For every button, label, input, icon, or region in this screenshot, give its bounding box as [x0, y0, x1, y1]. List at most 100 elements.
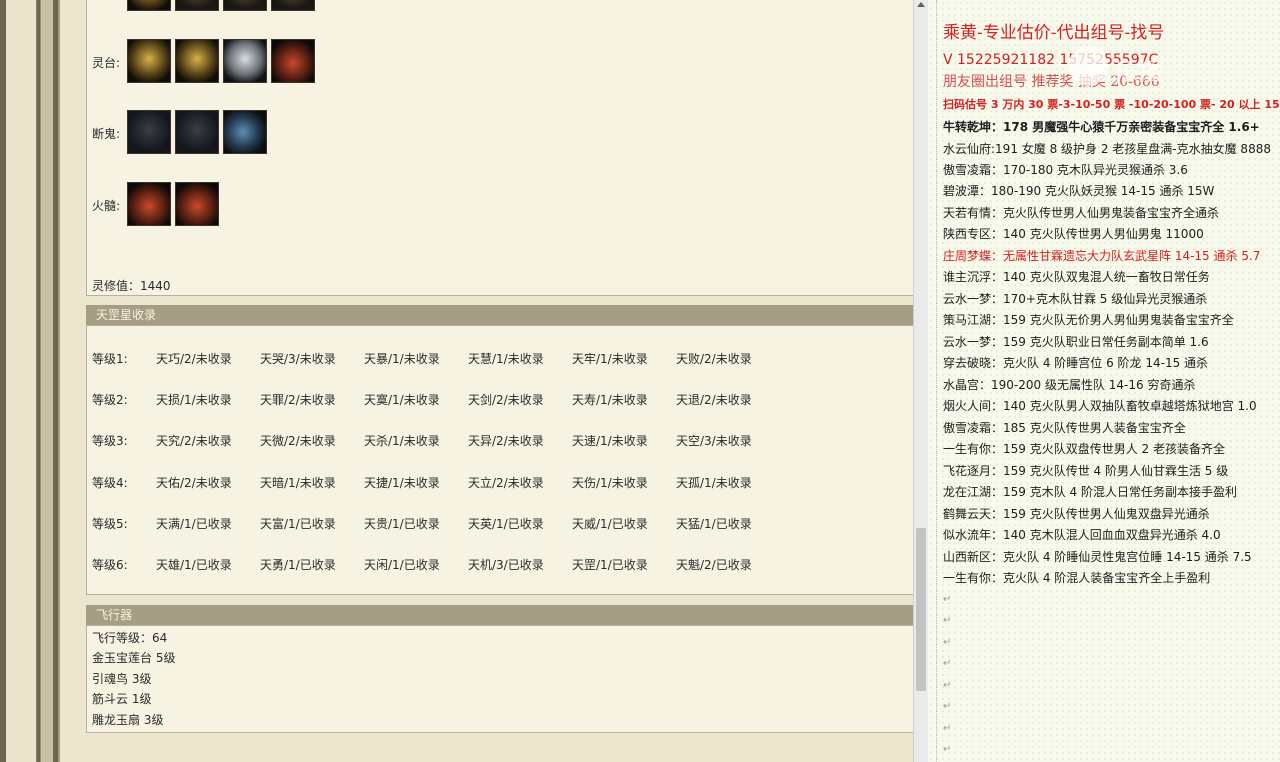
listing-line: 碧波潭：180-190 克火队妖灵猴 14-15 通杀 15W [943, 184, 1215, 198]
star-cell: 天牢/1/未收录 [572, 352, 648, 366]
silver-cloak-icon[interactable] [223, 39, 267, 83]
flyer-item: 金玉宝莲台 5级 [92, 651, 176, 665]
star-cell: 天富/1/已收录 [260, 517, 336, 531]
level-label: 等级3: [92, 434, 128, 448]
outer-window-frame [0, 0, 58, 762]
star-cell: 天退/2/未收录 [676, 393, 752, 407]
listing-line: 策马江湖：159 克火队无价男人男仙男鬼装备宝宝齐全 [943, 313, 1234, 327]
dark-aura-icon[interactable] [127, 110, 171, 154]
huosui-label: 火髓: [92, 199, 121, 213]
star-cell: 天暴/1/未收录 [364, 352, 440, 366]
vertical-scrollbar[interactable] [913, 0, 929, 762]
level-label: 等级1: [92, 352, 128, 366]
tiangang-header: 天罡星收录 [86, 305, 914, 325]
star-cell: 天速/1/未收录 [572, 434, 648, 448]
star-cell: 天微/2/未收录 [260, 434, 336, 448]
duangui-label: 断鬼: [92, 127, 121, 141]
star-cell: 天罪/2/未收录 [260, 393, 336, 407]
paragraph-mark-icon: ↵ [943, 615, 952, 626]
paragraph-mark-icon: ↵ [943, 680, 952, 691]
notes-document: 乘黄-专业估价-代出组号-找号 V 15225921182 1575255597… [928, 0, 1280, 762]
flyer-item: 引魂鸟 3级 [92, 672, 152, 686]
paragraph-mark-icon: ↵ [943, 637, 952, 648]
star-cell: 天空/3/未收录 [676, 434, 752, 448]
star-cell: 天佑/2/未收录 [156, 476, 232, 490]
star-cell: 天剑/2/未收录 [468, 393, 544, 407]
listing-line: 傲雪凌霜：170-180 克木队异光灵猴通杀 3.6 [943, 163, 1188, 177]
flyer-item: 筋斗云 1级 [92, 692, 152, 706]
star-cell: 天英/1/已收录 [468, 517, 544, 531]
margin-rule [936, 0, 938, 762]
equipment-icon[interactable] [127, 0, 171, 11]
star-cell: 天巧/2/未收录 [156, 352, 232, 366]
golden-crown-icon[interactable] [127, 39, 171, 83]
star-cell: 天哭/3/未收录 [260, 352, 336, 366]
star-cell: 天立/2/未收录 [468, 476, 544, 490]
listing-line: 龙在江湖：159 克木队 4 阶混人日常任务副本接手盈利 [943, 485, 1237, 499]
star-cell: 天罡/1/已收录 [572, 558, 648, 572]
stream-watermark-logo: 乐播 [1068, 44, 1228, 90]
listing-line: 天若有情：克火队传世男人仙男鬼装备宝宝齐全通杀 [943, 206, 1220, 220]
star-cell: 天贵/1/已收录 [364, 517, 440, 531]
star-cell: 天满/1/已收录 [156, 517, 232, 531]
star-cell: 天魁/2/已收录 [676, 558, 752, 572]
lingxiu-value: 灵修值：1440 [92, 279, 171, 293]
paragraph-mark-icon: ↵ [943, 701, 952, 712]
star-cell: 天究/2/未收录 [156, 434, 232, 448]
character-info-panel: 灵台: 断鬼: 火髓: 灵修值：1440 天罡星收录 等级1: 天巧/2/未收录… [58, 0, 916, 762]
feixingqi-header: 飞行器 [86, 605, 914, 625]
star-cell: 天闲/1/已收录 [364, 558, 440, 572]
star-cell: 天机/3/已收录 [468, 558, 544, 572]
frame-bar [40, 0, 53, 762]
scroll-up-arrow-icon[interactable] [917, 2, 925, 7]
equipment-section: 灵台: 断鬼: 火髓: 灵修值：1440 [86, 0, 916, 296]
listing-line: 傲雪凌霜：185 克火队传世男人装备宝宝齐全 [943, 421, 1186, 435]
blue-pendant-icon[interactable] [223, 110, 267, 154]
star-cell: 天威/1/已收录 [572, 517, 648, 531]
fire-ring-icon[interactable] [127, 182, 171, 226]
paragraph-mark-icon: ↵ [943, 594, 952, 605]
listing-line: 似水流年：140 克木队混人回血血双盘异光通杀 4.0 [943, 528, 1221, 542]
watermark-text: 乐播 [1114, 58, 1162, 86]
star-cell: 天猛/1/已收录 [676, 517, 752, 531]
listing-line: 一生有你：克火队 4 阶混人装备宝宝齐全上手盈利 [943, 571, 1211, 585]
pricing-line: 扫码估号 3 万内 30 票-3-10-50 票 -10-20-100 票- 2… [943, 98, 1280, 111]
tiangang-section: 等级1: 天巧/2/未收录 天哭/3/未收录 天暴/1/未收录 天慧/1/未收录… [86, 325, 916, 595]
red-potion-icon[interactable] [175, 182, 219, 226]
listing-line: 陕西专区：140 克火队传世男人男仙男鬼 11000 [943, 227, 1204, 241]
listing-line: 云水一梦：159 克火队职业日常任务副本简单 1.6 [943, 335, 1209, 349]
star-cell: 天慧/1/未收录 [468, 352, 544, 366]
listing-line: 鹤舞云天：159 克火队传世男人仙鬼双盘异光通杀 [943, 507, 1210, 521]
listing-line: 山西新区：克火队 4 阶睡仙灵性鬼宫位睡 14-15 通杀 7.5 [943, 550, 1252, 564]
star-cell: 天雄/1/已收录 [156, 558, 232, 572]
paragraph-mark-icon: ↵ [943, 658, 952, 669]
watermark-circle-icon [1068, 46, 1108, 86]
feixingqi-section: 飞行等级：64 金玉宝莲台 5级 引魂鸟 3级 筋斗云 1级 雕龙玉扇 3级 [86, 625, 916, 733]
equipment-icon[interactable] [223, 0, 267, 11]
flyer-item: 雕龙玉扇 3级 [92, 713, 164, 727]
listing-line: 水晶宫：190-200 级无属性队 14-16 穷奇通杀 [943, 378, 1196, 392]
listing-line: 穿去破晓：克火队 4 阶睡宫位 6 阶龙 14-15 通杀 [943, 356, 1209, 370]
listing-line: 水云仙府:191 女魔 8 级护身 2 老孩星盘满-克水抽女魔 8888 [943, 142, 1271, 156]
red-lantern-icon[interactable] [271, 39, 315, 83]
level-label: 等级2: [92, 393, 128, 407]
level-label: 等级4: [92, 476, 128, 490]
level-label: 等级5: [92, 517, 128, 531]
dark-figure-icon[interactable] [175, 110, 219, 154]
listing-line: 烟火人间：140 克火队男人双抽队畜牧卓越塔炼狱地宫 1.0 [943, 399, 1257, 413]
paragraph-mark-icon: ↵ [943, 723, 952, 734]
star-cell: 天勇/1/已收录 [260, 558, 336, 572]
level-label: 等级6: [92, 558, 128, 572]
star-cell: 天异/2/未收录 [468, 434, 544, 448]
scrollbar-thumb[interactable] [916, 528, 926, 691]
listing-line: 云水一梦：170+克木队甘霖 5 级仙异光灵猴通杀 [943, 292, 1208, 306]
background-window [6, 0, 37, 762]
star-cell: 天败/2/未收录 [676, 352, 752, 366]
star-cell: 天杀/1/未收录 [364, 434, 440, 448]
star-cell: 天寿/1/未收录 [572, 393, 648, 407]
equipment-icon[interactable] [175, 0, 219, 11]
listing-line: 谁主沉浮：140 克火队双鬼混人统一畜牧日常任务 [943, 270, 1210, 284]
equipment-icon[interactable] [271, 0, 315, 11]
gold-armor-icon[interactable] [175, 39, 219, 83]
flight-level: 飞行等级：64 [92, 631, 168, 645]
